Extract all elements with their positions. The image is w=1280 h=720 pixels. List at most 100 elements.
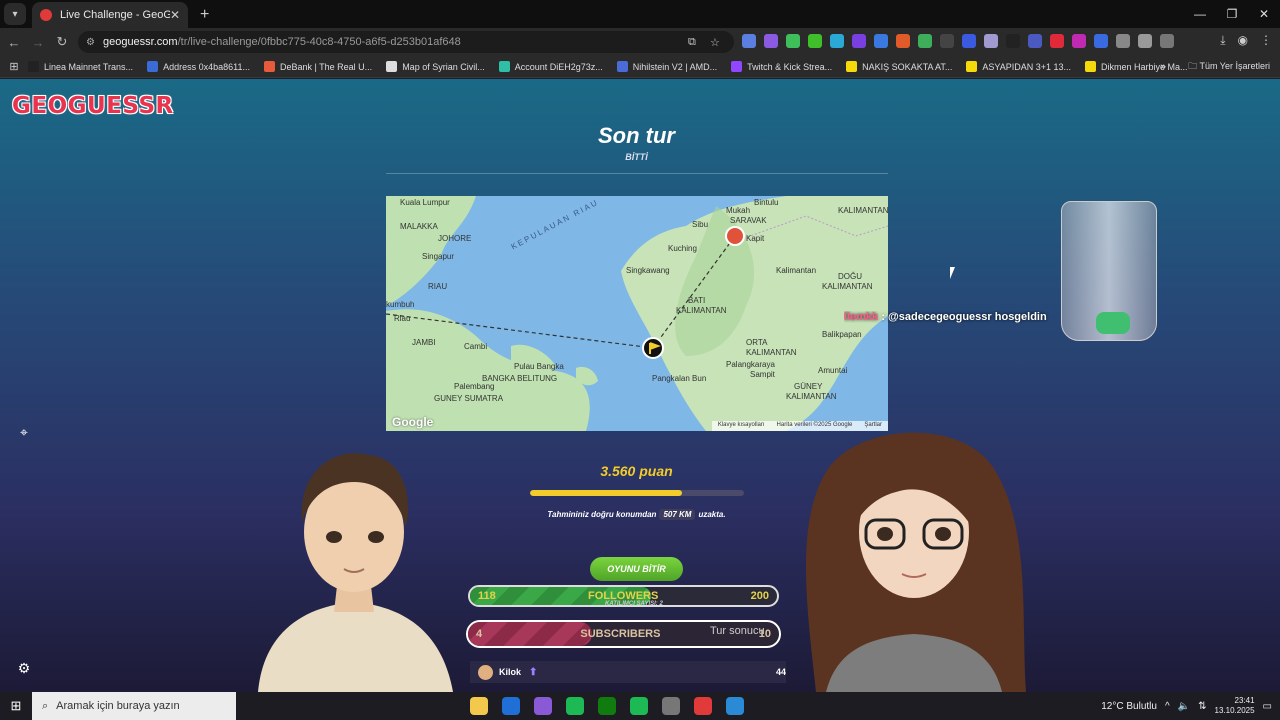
app-icon[interactable] xyxy=(662,697,680,715)
windows-start-icon[interactable]: ⊞ xyxy=(0,698,32,714)
map-label: KALIMANTAN xyxy=(822,282,873,291)
file-explorer-icon[interactable] xyxy=(470,697,488,715)
browser-menu-icon[interactable]: ⋮ xyxy=(1260,33,1272,48)
geoguessr-favicon-icon xyxy=(40,9,52,21)
extension-icon[interactable] xyxy=(1094,34,1108,48)
close-window-icon[interactable]: ✕ xyxy=(1248,0,1280,28)
minimize-icon[interactable]: — xyxy=(1184,0,1216,28)
extension-icon[interactable] xyxy=(984,34,998,48)
extension-icon[interactable] xyxy=(874,34,888,48)
tab-active[interactable]: Live Challenge - GeoGuessr ✕ xyxy=(32,2,188,28)
search-icon: ⌕ xyxy=(42,699,49,712)
map-label: Sampit xyxy=(750,370,775,379)
extension-icon[interactable] xyxy=(852,34,866,48)
spotify-icon[interactable] xyxy=(566,697,584,715)
map-label: GÜNEY xyxy=(794,382,823,391)
site-info-icon[interactable]: ⚙ xyxy=(86,37,95,48)
app-icon[interactable] xyxy=(726,697,744,715)
extension-icon[interactable] xyxy=(1028,34,1042,48)
weather-widget[interactable]: 12°C Bulutlu xyxy=(1101,701,1157,712)
page-subtitle: BİTTİ xyxy=(625,152,648,162)
bookmark-item[interactable]: Linea Mainnet Trans... xyxy=(28,61,133,72)
bookmark-item[interactable]: NAKIŞ SOKAKTA AT... xyxy=(846,61,952,72)
map-label: Bintulu xyxy=(754,198,779,207)
bookmark-item[interactable]: DeBank | The Real U... xyxy=(263,61,372,72)
map-label: DOĞU xyxy=(838,272,862,281)
spotify-icon[interactable] xyxy=(630,697,648,715)
bookmark-item[interactable]: ASYAPIDAN 3+1 13... xyxy=(966,61,1071,72)
tray-chevron-icon[interactable]: ^ xyxy=(1165,701,1170,712)
player-row[interactable]: Kilok ⬆ 44 xyxy=(470,661,786,683)
extension-icon[interactable] xyxy=(786,34,800,48)
extensions-puzzle-icon[interactable] xyxy=(1160,34,1174,48)
extension-icon[interactable] xyxy=(962,34,976,48)
clock[interactable]: 23:41 13.10.2025 xyxy=(1215,696,1255,716)
tab-search-button[interactable]: ▾ xyxy=(4,3,26,25)
extension-icon[interactable] xyxy=(1116,34,1130,48)
back-icon[interactable]: ← xyxy=(2,35,26,50)
end-game-button[interactable]: OYUNU BİTİR xyxy=(590,557,683,581)
discord-icon[interactable] xyxy=(534,697,552,715)
all-bookmarks-link[interactable]: 🗀 Tüm Yer İşaretleri xyxy=(1188,59,1270,75)
bookmark-star-icon[interactable]: ☆ xyxy=(710,36,720,49)
reload-icon[interactable]: ↻ xyxy=(50,34,74,50)
chrome-icon[interactable] xyxy=(694,697,712,715)
taskbar-search[interactable]: ⌕ Aramak için buraya yazın xyxy=(32,692,236,720)
all-bookmarks-label: Tüm Yer İşaretleri xyxy=(1199,60,1270,71)
map-label: Pangkalan Bun xyxy=(652,374,707,383)
extension-icon[interactable] xyxy=(918,34,932,48)
forward-icon[interactable]: → xyxy=(26,35,50,50)
url-path: /tr/live-challenge/0fbbc775-40c8-4750-a6… xyxy=(177,36,461,48)
result-map[interactable]: Kuala Lumpur MALAKKA JOHORE Singapur RIAU kum… xyxy=(386,196,888,431)
install-app-icon[interactable]: ⧉ xyxy=(688,36,696,49)
map-label: KALIMANTAN xyxy=(786,392,837,401)
apps-grid-icon[interactable]: ⊞ xyxy=(0,60,28,73)
bookmark-item[interactable]: Map of Syrian Civil... xyxy=(386,61,485,72)
extension-icon[interactable] xyxy=(808,34,822,48)
bookmark-label: Account DiEH2g73z... xyxy=(514,61,603,72)
extension-icon[interactable] xyxy=(764,34,778,48)
round-result-label[interactable]: Tur sonucu xyxy=(710,625,765,637)
extension-icon[interactable] xyxy=(940,34,954,48)
map-footer-shortcuts[interactable]: Klavye kısayolları xyxy=(718,422,765,430)
bookmark-item[interactable]: Nihilstein V2 | AMD... xyxy=(616,61,718,72)
map-label: Kuching xyxy=(668,244,697,253)
extension-icon[interactable] xyxy=(896,34,910,48)
profile-avatar[interactable]: ◉ xyxy=(1238,33,1248,48)
bookmark-item[interactable]: Dikmen Harbiye Ma... xyxy=(1085,61,1188,72)
geoguessr-logo[interactable]: GEOGUESSR xyxy=(12,93,174,119)
bookmark-item[interactable]: Account DiEH2g73z... xyxy=(498,61,603,72)
windows-taskbar: ⊞ ⌕ Aramak için buraya yazın 12°C Bulutl… xyxy=(0,692,1280,720)
bookmark-favicon-icon xyxy=(28,61,39,72)
new-tab-button[interactable]: + xyxy=(200,6,209,24)
extension-icon[interactable] xyxy=(742,34,756,48)
network-icon[interactable]: ⇅ xyxy=(1198,701,1206,712)
address-bar[interactable]: ⚙ geoguessr.com /tr/live-challenge/0fbbc… xyxy=(78,31,734,53)
gem-icon xyxy=(1096,312,1130,334)
extension-icon[interactable] xyxy=(1072,34,1086,48)
bookmark-favicon-icon xyxy=(731,61,743,72)
close-tab-icon[interactable]: ✕ xyxy=(170,8,180,22)
volume-icon[interactable]: 🔈 xyxy=(1178,701,1190,712)
player-guess-marker[interactable] xyxy=(725,226,745,246)
notifications-icon[interactable]: ▭ xyxy=(1263,701,1272,712)
downloads-icon[interactable]: ⤓ xyxy=(1220,33,1225,48)
bookmark-favicon-icon xyxy=(386,61,398,72)
bookmark-item[interactable]: Address 0x4ba8611... xyxy=(147,61,250,72)
chat-toggle-icon[interactable]: ⌖ xyxy=(14,424,34,444)
bookmark-item[interactable]: Twitch & Kick Strea... xyxy=(731,61,832,72)
extension-icon[interactable] xyxy=(1006,34,1020,48)
xbox-icon[interactable] xyxy=(598,697,616,715)
bookmark-label: Dikmen Harbiye Ma... xyxy=(1101,61,1188,72)
extension-icon[interactable] xyxy=(1138,34,1152,48)
outlook-icon[interactable] xyxy=(502,697,520,715)
bookmark-label: Nihilstein V2 | AMD... xyxy=(632,61,718,72)
extension-icon[interactable] xyxy=(830,34,844,48)
settings-gear-icon[interactable]: ⚙ xyxy=(14,660,34,680)
more-bookmarks-icon[interactable]: » xyxy=(1160,61,1166,73)
maximize-icon[interactable]: ❐ xyxy=(1216,0,1248,28)
extension-icon[interactable] xyxy=(1050,34,1064,48)
mouse-cursor-icon xyxy=(950,267,955,279)
subscribers-goal-fill xyxy=(468,622,593,646)
map-label: ORTA xyxy=(746,338,768,347)
